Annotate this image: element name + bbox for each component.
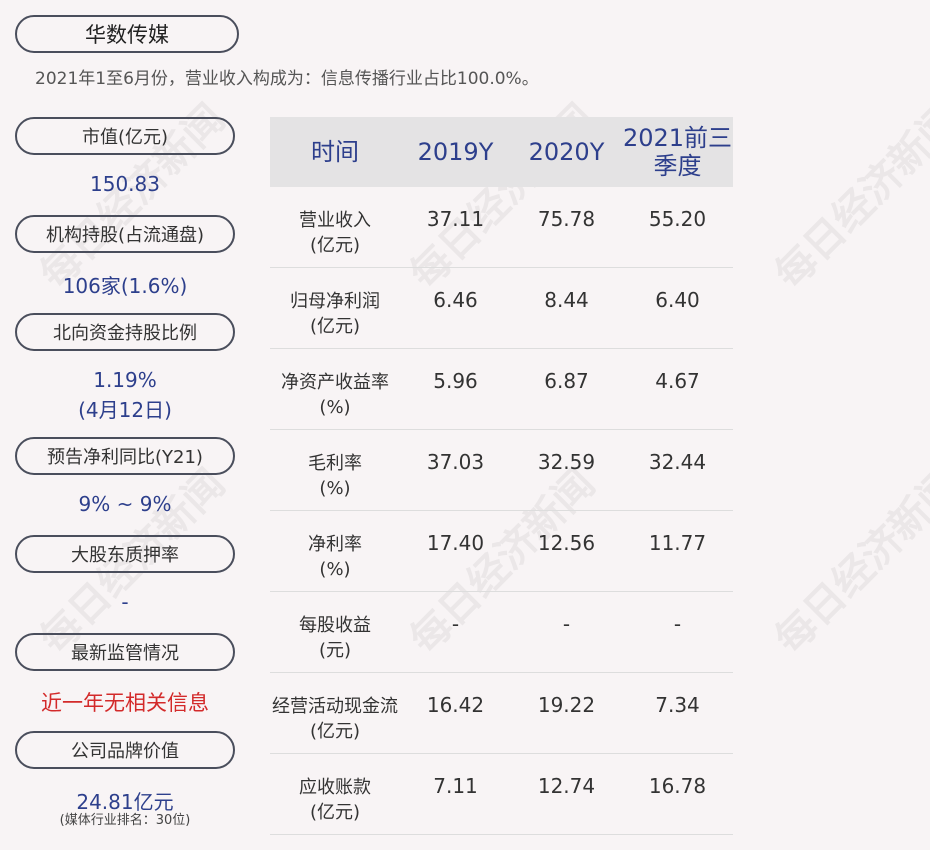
row-label: 净利率 (%) — [270, 511, 400, 582]
row-metric-unit: (%) — [319, 397, 351, 418]
table-cell: 12.56 — [537, 531, 596, 555]
table-cell: 5.96 — [433, 369, 478, 393]
metric-value-northbound: 1.19% — [93, 368, 157, 392]
table-cell: 32.59 — [537, 450, 596, 474]
watermark: 每日经济新闻 — [766, 95, 930, 298]
header-2019: 2019Y — [417, 138, 494, 166]
row-metric-unit: (%) — [319, 559, 351, 580]
table-cell: 6.46 — [433, 288, 478, 312]
company-title: 华数传媒 — [15, 15, 239, 53]
table-cell: 37.11 — [426, 207, 485, 231]
row-metric-unit: (亿元) — [309, 802, 361, 823]
metric-value-profit-forecast: 9% ~ 9% — [78, 492, 172, 516]
table-cell: 8.44 — [544, 288, 589, 312]
financial-table: 时间 2019Y 2020Y 2021前三季度 营业收入 (亿元) 37.11 75.… — [270, 117, 733, 835]
table-row: 每股收益 (元) - - - — [270, 592, 733, 673]
table-cell: 7.11 — [433, 774, 478, 798]
row-label: 每股收益 (元) — [270, 592, 400, 663]
metric-label-brand-value: 公司品牌价值 — [15, 731, 235, 769]
row-metric-name: 经营活动现金流 — [272, 696, 398, 717]
table-cell: 12.74 — [537, 774, 596, 798]
table-cell: 17.40 — [426, 531, 485, 555]
row-metric-unit: (元) — [318, 640, 352, 661]
row-metric-unit: (%) — [319, 478, 351, 499]
table-cell: 16.42 — [426, 693, 485, 717]
row-label: 归母净利润 (亿元) — [270, 268, 400, 339]
table-cell: 19.22 — [537, 693, 596, 717]
table-row: 毛利率 (%) 37.03 32.59 32.44 — [270, 430, 733, 511]
row-metric-name: 净资产收益率 — [281, 372, 389, 393]
metric-label-pledge-ratio: 大股东质押率 — [15, 535, 235, 573]
revenue-summary: 2021年1至6月份，营业收入构成为：信息传播行业占比100.0%。 — [35, 69, 539, 89]
table-row: 营业收入 (亿元) 37.11 75.78 55.20 — [270, 187, 733, 268]
table-cell: 4.67 — [655, 369, 700, 393]
table-cell: 11.77 — [648, 531, 707, 555]
row-metric-name: 每股收益 — [299, 615, 371, 636]
row-metric-unit: (亿元) — [309, 721, 361, 742]
row-label: 经营活动现金流 (亿元) — [270, 673, 400, 744]
row-metric-name: 营业收入 — [299, 210, 371, 231]
watermark: 每日经济新闻 — [766, 460, 930, 663]
table-cell: 75.78 — [537, 207, 596, 231]
table-cell: - — [673, 612, 682, 636]
table-row: 归母净利润 (亿元) 6.46 8.44 6.40 — [270, 268, 733, 349]
metric-value-market-cap: 150.83 — [90, 172, 160, 196]
header-time: 时间 — [311, 138, 359, 166]
metric-value-regulation: 近一年无相关信息 — [41, 691, 209, 715]
table-row: 净利率 (%) 17.40 12.56 11.77 — [270, 511, 733, 592]
table-body: 营业收入 (亿元) 37.11 75.78 55.20 归母净利润 (亿元) 6.46 8.44… — [270, 187, 733, 835]
table-cell: 37.03 — [426, 450, 485, 474]
row-metric-name: 净利率 — [308, 534, 362, 555]
row-label: 营业收入 (亿元) — [270, 187, 400, 258]
table-row: 净资产收益率 (%) 5.96 6.87 4.67 — [270, 349, 733, 430]
table-cell: 55.20 — [648, 207, 707, 231]
metric-value-pledge-ratio: - — [121, 590, 129, 614]
row-metric-name: 应收账款 — [299, 777, 371, 798]
metric-label-northbound: 北向资金持股比例 — [15, 313, 235, 351]
company-name: 华数传媒 — [85, 23, 169, 47]
table-cell: 16.78 — [648, 774, 707, 798]
table-cell: 6.87 — [544, 369, 589, 393]
table-cell: 6.40 — [655, 288, 700, 312]
metric-label-regulation: 最新监管情况 — [15, 633, 235, 671]
row-metric-name: 归母净利润 — [290, 291, 380, 312]
row-metric-unit: (亿元) — [309, 316, 361, 337]
row-label: 净资产收益率 (%) — [270, 349, 400, 420]
table-cell: 32.44 — [648, 450, 707, 474]
table-header: 时间 2019Y 2020Y 2021前三季度 — [270, 117, 733, 187]
metric-label-profit-forecast: 预告净利同比(Y21) — [15, 437, 235, 475]
table-row: 应收账款 (亿元) 7.11 12.74 16.78 — [270, 754, 733, 835]
row-label: 毛利率 (%) — [270, 430, 400, 501]
row-label: 应收账款 (亿元) — [270, 754, 400, 825]
table-cell: - — [562, 612, 571, 636]
row-metric-unit: (亿元) — [309, 235, 361, 256]
header-2020: 2020Y — [528, 138, 605, 166]
metric-value-institutional-holding: 106家(1.6%) — [62, 274, 188, 298]
table-cell: - — [451, 612, 460, 636]
row-metric-name: 毛利率 — [308, 453, 362, 474]
metric-note-brand-rank: (媒体行业排名：30位) — [59, 813, 191, 828]
metric-value-northbound-date: (4月12日) — [78, 398, 172, 422]
metric-label-institutional-holding: 机构持股(占流通盘) — [15, 215, 235, 253]
table-cell: 7.34 — [655, 693, 700, 717]
metric-label-market-cap: 市值(亿元) — [15, 117, 235, 155]
table-row: 经营活动现金流 (亿元) 16.42 19.22 7.34 — [270, 673, 733, 754]
header-2021q3: 2021前三季度 — [622, 124, 733, 180]
